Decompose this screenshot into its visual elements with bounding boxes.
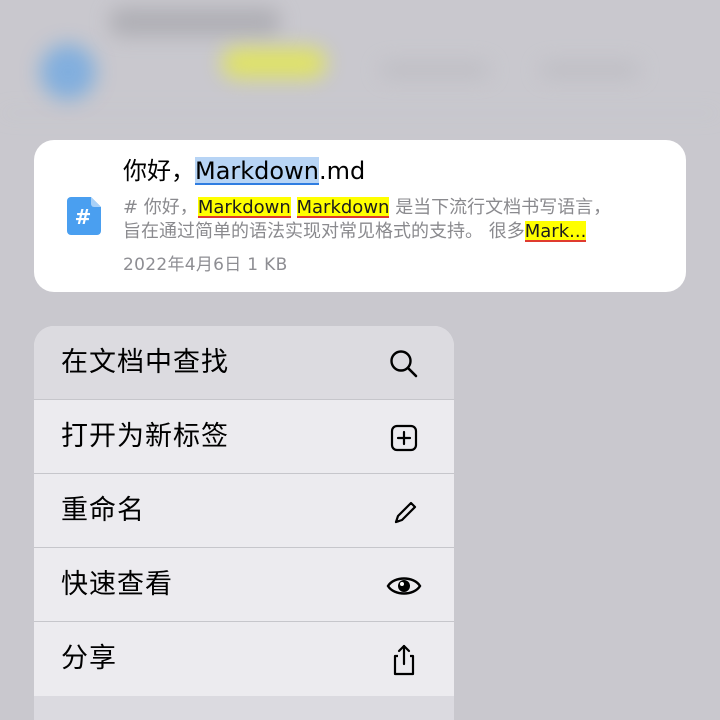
menu-item-label: 快速查看	[61, 569, 173, 600]
share-item[interactable]: 分享	[34, 622, 454, 695]
snippet-text: # 你好，	[123, 197, 198, 218]
menu-item-label: 在文档中查找	[61, 347, 229, 378]
content-snippet: # 你好，Markdown Markdown 是当下流行文档书写语言， 旨在通过简…	[123, 196, 663, 244]
menu-item-label: 打开为新标签	[61, 421, 229, 452]
menu-group-separator	[34, 696, 454, 720]
rename-item[interactable]: 重命名	[34, 474, 454, 547]
file-name-match: Markdown	[195, 157, 319, 185]
share-icon	[393, 644, 415, 676]
background-text-blur	[540, 62, 640, 78]
svg-text:#: #	[75, 205, 92, 229]
file-name-extension: .md	[318, 157, 366, 185]
snippet-text: 旨在通过简单的语法实现对常见格式的支持。 很多	[123, 221, 525, 242]
open-in-new-tab-item[interactable]: 打开为新标签	[34, 400, 454, 473]
background-avatar-blur	[40, 44, 96, 100]
menu-item-label: 分享	[61, 643, 117, 674]
background-divider	[0, 112, 720, 114]
snippet-text: 是当下流行文档书写语言，	[395, 197, 612, 218]
background-text-blur	[380, 62, 490, 78]
snippet-match: Markdown	[197, 197, 291, 218]
eye-icon	[386, 577, 422, 595]
file-name: 你好，Markdown.md	[123, 153, 365, 189]
snippet-match: Mark...	[524, 221, 587, 242]
context-menu: 在文档中查找 打开为新标签 重命名 快速查看 分享	[34, 326, 454, 720]
markdown-file-icon: #	[67, 197, 101, 235]
pencil-icon	[394, 501, 417, 524]
find-in-document-item[interactable]: 在文档中查找	[34, 326, 454, 399]
quick-look-item[interactable]: 快速查看	[34, 548, 454, 621]
snippet-match: Markdown	[296, 197, 390, 218]
file-meta: 2022年4月6日 1 KB	[123, 255, 288, 275]
background-title-blur	[110, 8, 280, 36]
menu-item-label: 重命名	[61, 495, 145, 526]
file-name-prefix: 你好，	[123, 157, 195, 185]
plus-square-icon	[390, 424, 418, 452]
background-highlight-blur	[222, 48, 326, 78]
search-icon	[390, 350, 418, 378]
